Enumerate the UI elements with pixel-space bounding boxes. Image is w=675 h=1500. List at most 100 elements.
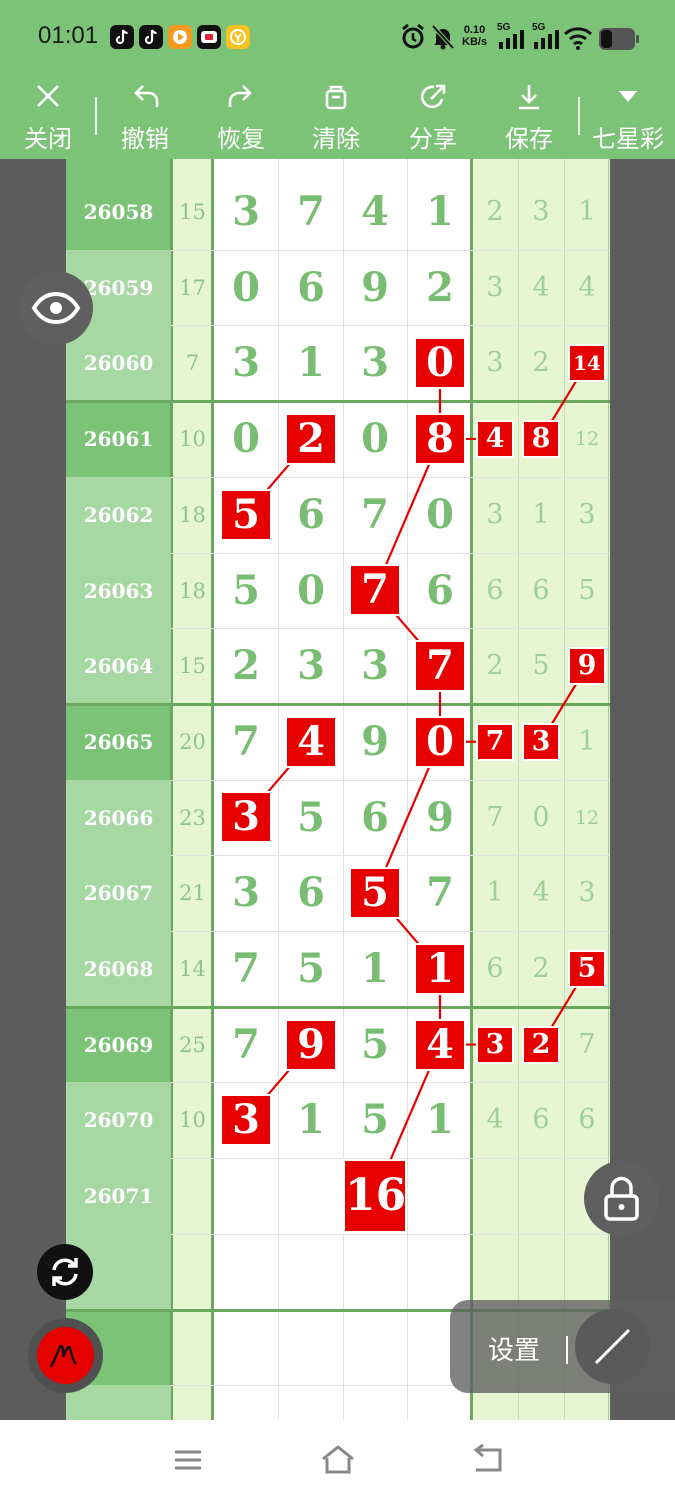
digit-cell: 7	[426, 869, 454, 917]
sum-value	[171, 1234, 214, 1310]
home-icon[interactable]	[320, 1444, 356, 1480]
coin-app-icon	[226, 25, 250, 49]
tail-cell	[564, 1234, 610, 1310]
sum-value: 17	[179, 275, 206, 300]
line-tool-button[interactable]	[575, 1309, 650, 1384]
highlight-mark: 4	[414, 1018, 466, 1071]
net-speed-unit: KB/s	[462, 36, 488, 48]
issue-number: 26063	[83, 578, 154, 603]
clear-button[interactable]: 清除	[299, 75, 373, 159]
lottery-label: 七星彩	[592, 125, 664, 153]
digit-cell: 3	[297, 642, 325, 690]
tail-cell: 6	[486, 574, 504, 606]
row-line	[66, 1385, 171, 1420]
highlight-mark: 5	[220, 488, 272, 541]
digit-cell: 2	[426, 263, 454, 311]
issue-number: 26070	[83, 1108, 154, 1133]
undo-button[interactable]: 撤销	[108, 75, 182, 159]
eye-icon	[31, 291, 81, 325]
digit-cell: 6	[297, 869, 325, 917]
chart-row: 26063185076665	[0, 553, 675, 629]
tail-cell: 5	[578, 574, 596, 606]
tail-cell	[472, 1234, 518, 1310]
digit-cell	[343, 1234, 407, 1310]
digit-cell	[279, 1310, 343, 1386]
tail-cell: 0	[532, 801, 550, 833]
tail-cell: 2	[532, 953, 550, 984]
chart-row: 26071	[0, 1158, 675, 1234]
toolbar-divider	[95, 97, 97, 135]
issue-number: 26065	[83, 729, 154, 754]
close-button[interactable]: 关闭	[12, 75, 84, 159]
tail-cell: 12	[574, 806, 600, 829]
digit-cell: 1	[297, 1096, 325, 1144]
highlight-mark: 7	[349, 564, 401, 617]
menu-icon[interactable]	[172, 1444, 204, 1480]
sum-value: 18	[179, 578, 206, 603]
highlight-mark: 3	[220, 1094, 272, 1147]
tail-cell: 4	[532, 271, 550, 303]
sum-value: 15	[179, 200, 206, 224]
settings-button[interactable]: 设置	[488, 1330, 540, 1367]
digit-cell	[279, 1158, 343, 1234]
digit-cell	[214, 1310, 278, 1386]
chart-row: 26070103151466	[0, 1082, 675, 1158]
toolbar: 关闭 撤销 恢复 清除 分享 保存 七星彩	[0, 75, 675, 159]
highlight-mark: 3	[522, 722, 560, 761]
pen-button[interactable]	[28, 1318, 103, 1393]
sum-value: 10	[179, 427, 206, 452]
signal-icon	[497, 28, 525, 58]
digit-cell: 7	[232, 717, 260, 765]
issue-number: 26069	[83, 1032, 154, 1057]
redo-button[interactable]: 恢复	[204, 75, 278, 159]
tiktok-icon	[110, 25, 134, 49]
signal-icon	[532, 28, 560, 58]
issue-number: 26058	[83, 200, 154, 224]
back-icon[interactable]	[470, 1443, 506, 1480]
lock-button[interactable]	[584, 1161, 659, 1236]
tail-cell: 4	[578, 271, 596, 303]
sync-button[interactable]	[37, 1244, 93, 1300]
sum-value: 25	[179, 1032, 206, 1057]
highlight-mark: 2	[522, 1025, 560, 1064]
digit-cell	[214, 1234, 278, 1310]
digit-cell: 5	[297, 945, 325, 992]
share-button[interactable]: 分享	[396, 75, 470, 159]
share-label: 分享	[409, 125, 457, 153]
save-button[interactable]: 保存	[492, 75, 566, 159]
wifi-icon	[563, 26, 593, 56]
highlight-mark: 3	[476, 1025, 514, 1064]
lock-icon	[604, 1176, 639, 1221]
redo-icon	[228, 85, 252, 107]
tail-cell: 6	[532, 1104, 550, 1136]
net-speed-value: 0.10	[463, 24, 486, 36]
sum-value: 18	[179, 502, 206, 527]
digit-cell: 3	[361, 339, 389, 387]
digit-cell: 0	[426, 490, 454, 538]
tail-cell: 1	[532, 498, 550, 530]
issue-number: 26062	[83, 502, 154, 527]
digit-cell	[408, 1234, 472, 1310]
sum-value: 23	[179, 805, 206, 830]
trend-chart[interactable]: 2605815374123126059170692344260607313032…	[0, 159, 675, 1420]
digit-cell: 3	[361, 642, 389, 690]
highlight-mark: 14	[568, 344, 606, 383]
digit-cell: 1	[361, 945, 389, 992]
tail-cell: 3	[486, 498, 504, 530]
highlight-mark: 9	[285, 1018, 337, 1071]
digit-cell: 5	[232, 566, 260, 614]
digit-cell: 7	[232, 945, 260, 992]
lottery-selector[interactable]: 七星彩	[586, 75, 670, 159]
digit-cell: 5	[361, 1020, 389, 1068]
tail-cell: 7	[578, 1028, 596, 1060]
chart-row: 26069257954327	[0, 1007, 675, 1083]
highlight-mark: 9	[568, 647, 606, 686]
digit-cell: 0	[232, 415, 260, 463]
clear-label: 清除	[312, 125, 360, 153]
tail-cell: 1	[486, 877, 504, 909]
highlight-mark: 8	[414, 412, 466, 465]
chart-row: 260611002084812	[0, 401, 675, 477]
eye-toggle-button[interactable]	[19, 271, 93, 345]
undo-icon	[134, 85, 159, 107]
digit-cell: 2	[232, 642, 260, 690]
